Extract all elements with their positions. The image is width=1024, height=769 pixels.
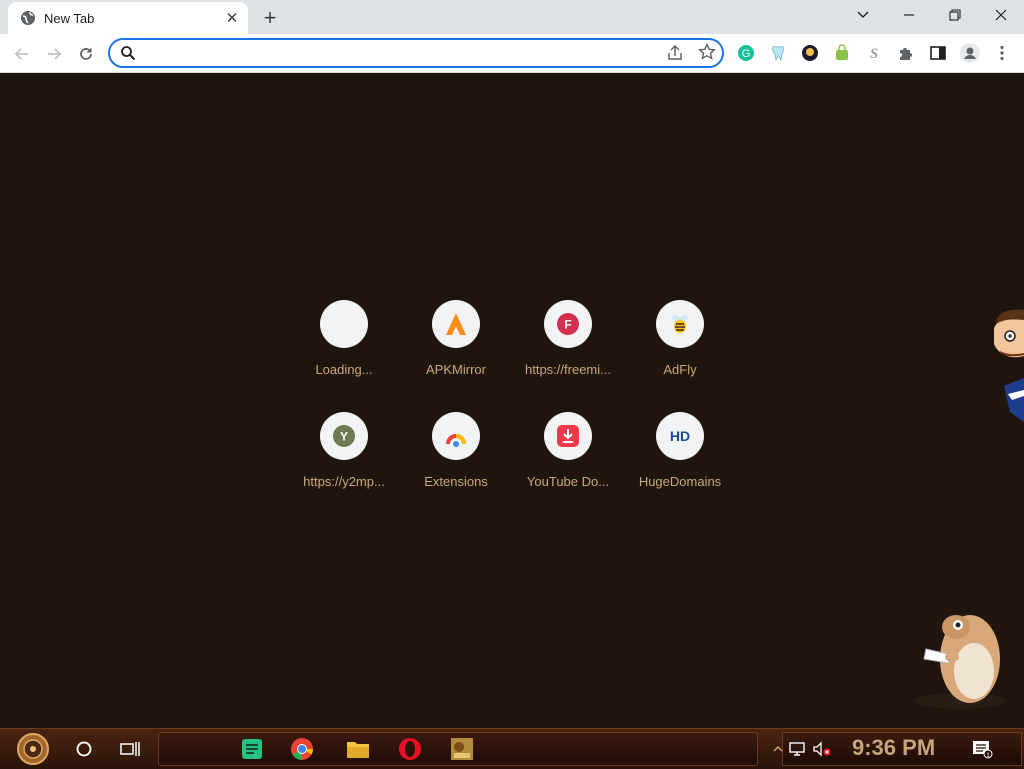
chrome-menu-icon[interactable]	[992, 43, 1012, 63]
shortcut-tile[interactable]: APKMirror	[400, 300, 512, 412]
tab-strip: New Tab ✕ +	[0, 0, 1024, 34]
cortana-search-icon[interactable]	[70, 735, 98, 763]
tooth-extension-icon[interactable]	[768, 43, 788, 63]
shortcut-label: HugeDomains	[638, 474, 722, 489]
address-bar[interactable]	[108, 38, 724, 68]
globe-icon	[21, 11, 35, 25]
youtube-downloader-icon	[544, 412, 592, 460]
shortcut-label: https://y2mp...	[303, 474, 385, 489]
shortcut-label: https://freemi...	[525, 362, 611, 377]
new-tab-button[interactable]: +	[258, 5, 282, 30]
hugedomains-icon: HD	[656, 412, 704, 460]
shortcut-tile[interactable]: Extensions	[400, 412, 512, 524]
shortcut-label: Extensions	[424, 474, 488, 489]
extensions-puzzle-icon[interactable]	[896, 43, 916, 63]
forward-arrow-icon	[48, 48, 62, 60]
shortcut-label: AdFly	[663, 362, 697, 377]
shortcut-label: YouTube Do...	[526, 474, 610, 489]
cartoon-man-sticker	[994, 309, 1024, 422]
shortcut-tile[interactable]: Y https://y2mp...	[288, 412, 400, 524]
game-app-icon[interactable]	[448, 735, 476, 763]
reload-icon	[80, 48, 92, 60]
browser-toolbar: G S	[0, 34, 1024, 73]
reload-button[interactable]	[72, 40, 100, 68]
tab-search-chevron-icon[interactable]	[840, 0, 886, 30]
svg-text:HD: HD	[670, 428, 690, 444]
shopping-extension-icon[interactable]	[832, 43, 852, 63]
minimize-button[interactable]	[886, 0, 932, 30]
search-icon	[121, 46, 136, 61]
notes-app-icon[interactable]	[238, 735, 266, 763]
freemi-icon: F	[544, 300, 592, 348]
address-input[interactable]	[144, 43, 658, 65]
opera-browser-icon[interactable]	[396, 735, 424, 763]
notifications-icon[interactable]: 1	[968, 735, 996, 763]
back-arrow-icon	[14, 48, 28, 60]
taskbar-clock[interactable]: 9:36 PM	[852, 735, 952, 761]
start-gear-icon[interactable]	[10, 731, 56, 767]
share-icon[interactable]	[666, 44, 684, 62]
close-tab-icon[interactable]: ✕	[222, 8, 242, 28]
new-tab-page: Loading... APKMirror F https://freemi...…	[0, 73, 1024, 728]
chrome-app-icon[interactable]	[288, 735, 316, 763]
apkmirror-icon	[432, 300, 480, 348]
volume-muted-icon[interactable]	[808, 735, 836, 763]
shortcut-label: APKMirror	[426, 362, 486, 377]
svg-text:S: S	[870, 46, 878, 62]
shortcut-tile[interactable]: YouTube Do...	[512, 412, 624, 524]
chrome-extensions-icon	[432, 412, 480, 460]
shortcut-label: Loading...	[315, 362, 373, 377]
shortcut-tile[interactable]: HD HugeDomains	[624, 412, 736, 524]
profile-avatar-icon[interactable]	[960, 43, 980, 63]
close-window-button[interactable]	[978, 0, 1024, 30]
tab-new-tab[interactable]: New Tab ✕	[8, 2, 248, 34]
file-explorer-icon[interactable]	[344, 735, 372, 763]
hamster-sticker	[914, 615, 1006, 709]
task-view-icon[interactable]	[116, 735, 144, 763]
shortcut-tile[interactable]: F https://freemi...	[512, 300, 624, 412]
tab-title: New Tab	[44, 10, 95, 26]
avatar-extension-icon[interactable]	[800, 43, 820, 63]
y2mp-icon: Y	[320, 412, 368, 460]
forward-button[interactable]	[40, 40, 68, 68]
svg-text:G: G	[742, 48, 751, 60]
grammarly-extension-icon[interactable]: G	[736, 43, 756, 63]
bookmark-star-icon[interactable]	[698, 43, 716, 61]
adfly-icon	[656, 300, 704, 348]
back-button[interactable]	[8, 40, 36, 68]
restore-button[interactable]	[932, 0, 978, 30]
s-extension-icon[interactable]: S	[864, 43, 884, 63]
side-panel-icon[interactable]	[928, 43, 948, 63]
shortcut-tile[interactable]: AdFly	[624, 300, 736, 412]
blank-icon	[320, 300, 368, 348]
shortcut-tile[interactable]: Loading...	[288, 300, 400, 412]
svg-text:F: F	[564, 318, 571, 332]
svg-text:Y: Y	[340, 430, 348, 444]
